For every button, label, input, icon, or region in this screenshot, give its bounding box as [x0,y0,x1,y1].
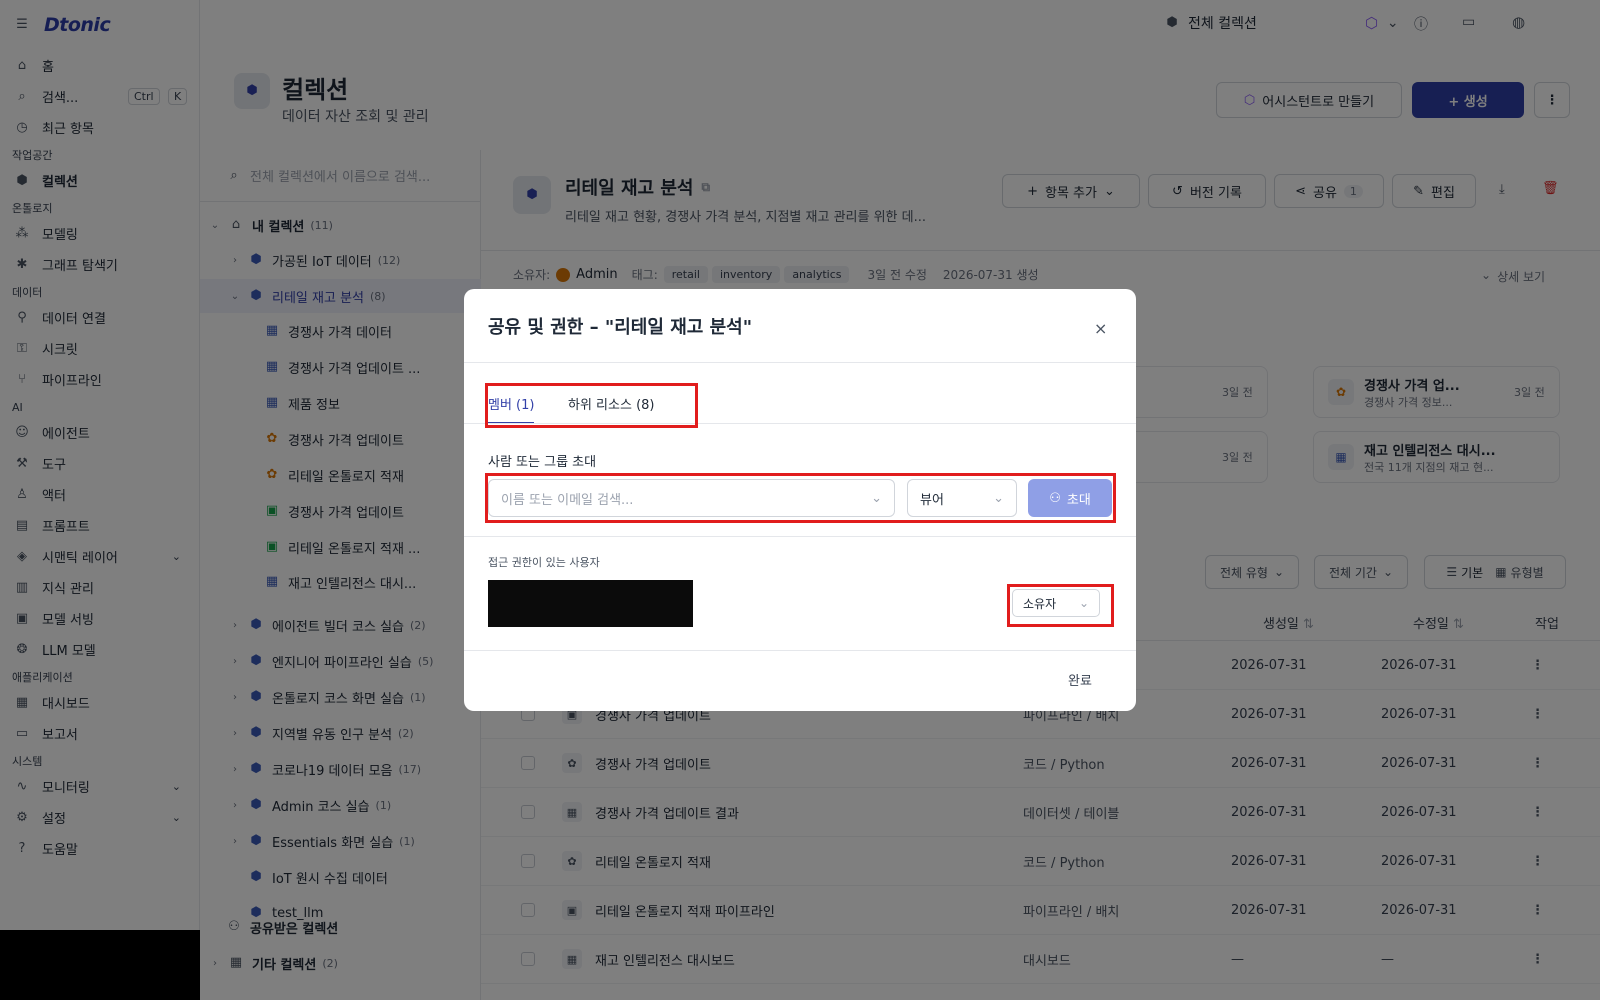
select-value: 뷰어 [920,492,944,508]
share-permissions-dialog: 공유 및 권한 – "리테일 재고 분석" × 멤버 (1) 하위 리소스 (8… [464,289,1136,711]
tab-subresources[interactable]: 하위 리소스 (8) [568,394,654,413]
close-icon[interactable]: × [1094,319,1107,338]
dialog-title: 공유 및 권한 – "리테일 재고 분석" [488,317,753,338]
role-select[interactable]: 뷰어 ⌄ [907,479,1017,517]
add-user-icon: ⚇ [1049,490,1061,506]
access-label: 접근 권한이 있는 사용자 [488,556,600,569]
select-value: 소유자 [1023,596,1057,611]
divider [464,362,1136,363]
input-placeholder: 이름 또는 이메일 검색... [501,492,634,508]
footer-divider [464,650,1136,651]
button-label: 초대 [1066,492,1091,508]
divider [464,536,1136,537]
invite-button[interactable]: ⚇ 초대 [1028,479,1112,517]
chevron-down-icon: ⌄ [993,490,1004,506]
chevron-down-icon: ⌄ [1078,596,1089,610]
tab-divider [464,423,1136,424]
chevron-down-icon: ⌄ [871,490,882,506]
redacted-member [488,580,693,627]
invite-search-input[interactable]: 이름 또는 이메일 검색... ⌄ [488,479,895,517]
done-button[interactable]: 완료 [1068,670,1092,689]
tab-members[interactable]: 멤버 (1) [488,394,535,424]
invite-label: 사람 또는 그룹 초대 [488,455,597,470]
member-role-select[interactable]: 소유자 ⌄ [1012,589,1100,617]
